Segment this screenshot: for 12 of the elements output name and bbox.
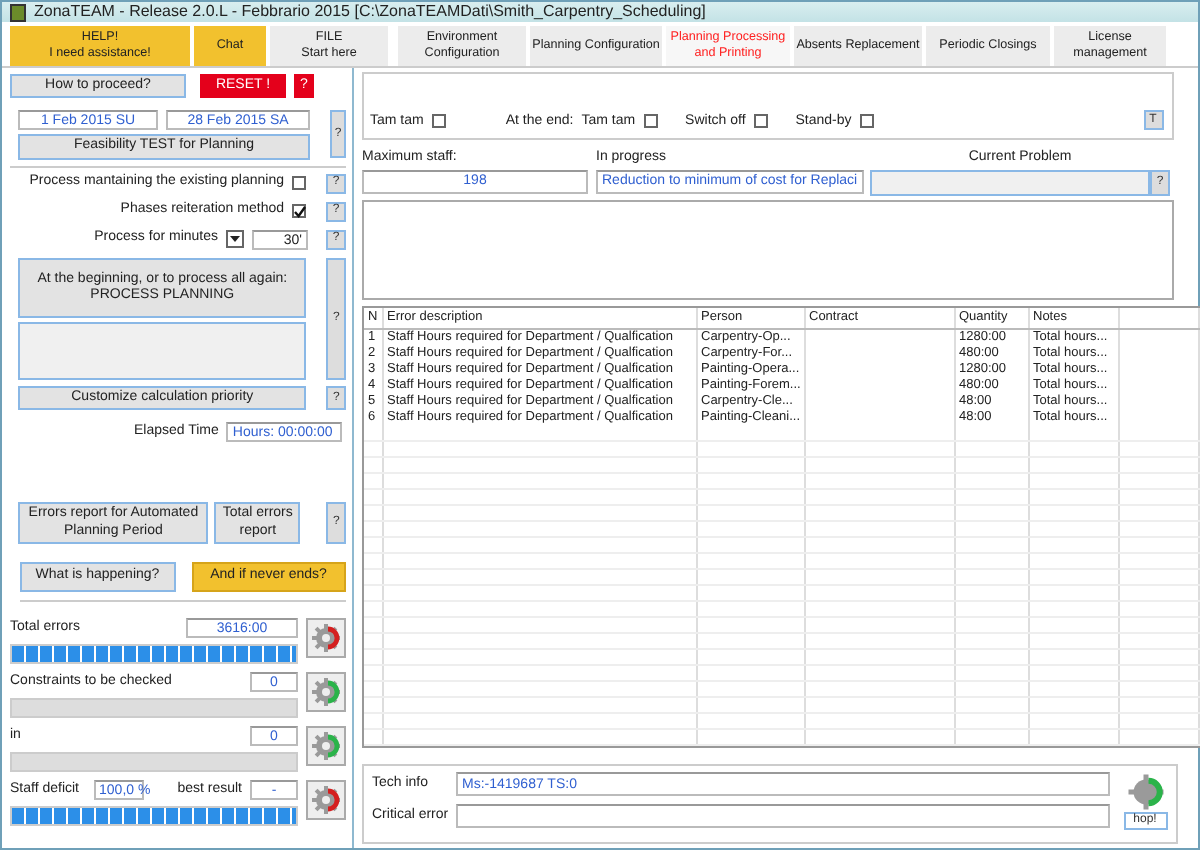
app-icon — [10, 3, 26, 21]
gear-icon[interactable] — [310, 784, 342, 816]
checkbox[interactable] — [292, 176, 306, 190]
checkbox[interactable] — [292, 204, 306, 218]
checkbox[interactable] — [859, 114, 874, 129]
dropdown-arrow-icon[interactable] — [226, 230, 244, 248]
checkbox[interactable] — [643, 114, 658, 129]
gear-icon — [1125, 772, 1165, 812]
gear-icon[interactable] — [310, 622, 342, 654]
window-title: ZonaTEAM - Release 2.0.L - Febbrario 2015 [C:\ZonaTEAMDati\Smith_Carpentry_Scheduling] — [34, 2, 706, 22]
checkbox[interactable] — [753, 114, 768, 129]
checkbox[interactable] — [431, 114, 446, 129]
